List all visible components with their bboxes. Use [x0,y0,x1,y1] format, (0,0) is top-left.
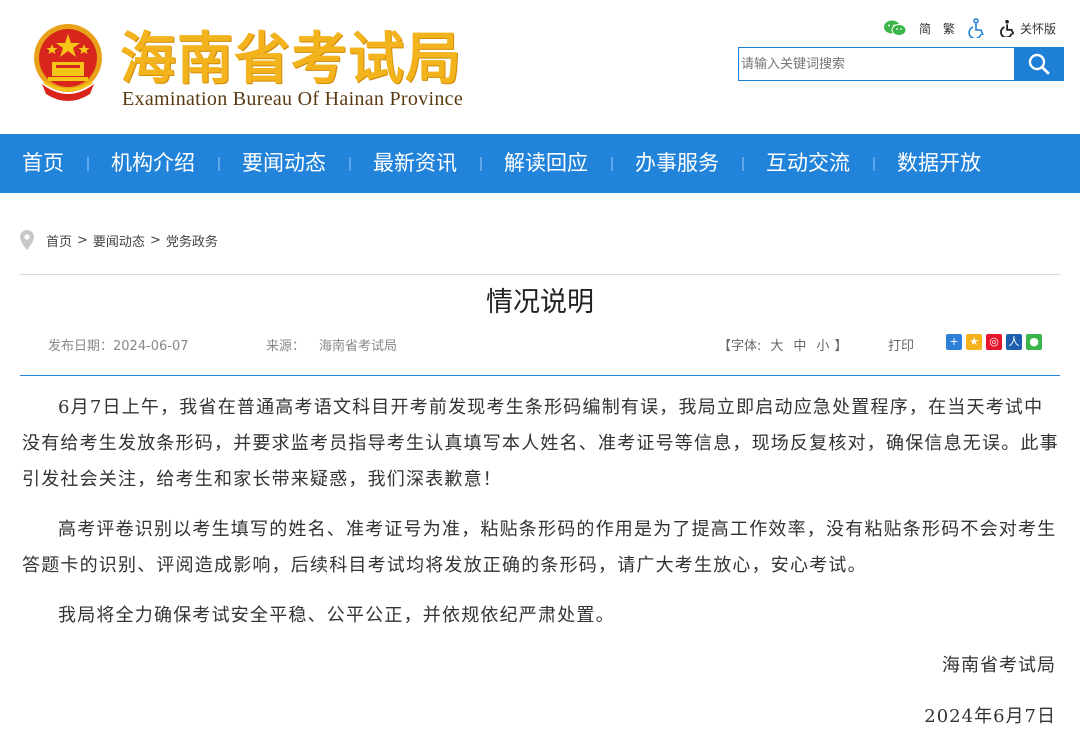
traditional-chinese-button[interactable]: 繁 [943,20,955,37]
wheelchair-icon [1000,19,1015,37]
font-size-open: 【字体: [718,339,762,354]
wechat-button[interactable] [883,19,907,37]
share-buttons: + ★ ◎ 人 ● [946,334,1042,350]
article-paragraph: 高考评卷识别以考生填写的姓名、准考证号为准，粘贴条形码的作用是为了提高工作效率，… [22,519,1057,576]
site-title[interactable]: 海南省考试局 [120,14,462,95]
font-medium-button[interactable]: 中 [793,335,806,354]
article-source: 来源： 海南省考试局 [266,335,397,354]
location-pin-icon [20,230,34,250]
breadcrumb: 首页 > 要闻动态 > 党务政务 [20,230,218,250]
font-small-button[interactable]: 小 [816,335,829,354]
signature-date: 2024年6月7日 [924,706,1056,727]
search-input[interactable] [738,47,1014,81]
font-large-button[interactable]: 大 [770,335,783,354]
header-tools: 简 繁 关怀版 [883,18,1056,38]
care-mode-button[interactable]: 关怀版 [999,19,1056,37]
site-header: 海南省考试局 Examination Bureau Of Hainan Prov… [0,0,1080,134]
source-value: 海南省考试局 [319,339,398,354]
share-qzone-icon[interactable]: ★ [966,334,982,350]
font-size-close: 】 [834,339,848,354]
article-paragraph: 我局将全力确保考试安全平稳、公平公正，并依规依纪严肃处置。 [58,605,615,626]
signature-org: 海南省考试局 [942,655,1056,676]
search-icon [1028,53,1050,75]
font-size-controls: 【字体: 大 中 小 】 [718,335,847,354]
breadcrumb-divider [20,274,1060,275]
article-body: 6月7日上午，我省在普通高考语文科目开考前发现考生条形码编制有误，我局立即启动应… [22,390,1062,648]
nav-item-services[interactable]: 办事服务 [635,134,766,193]
article-rule [20,375,1060,376]
search-button[interactable] [1014,47,1064,81]
article-title: 情况说明 [486,287,594,318]
simplified-chinese-button[interactable]: 简 [919,20,931,37]
accessibility-button[interactable] [967,18,987,38]
breadcrumb-separator: > [149,232,161,248]
care-mode-label: 关怀版 [1019,21,1056,36]
main-nav: 首页 机构介绍 要闻动态 最新资讯 解读回应 办事服务 互动交流 数据开放 [0,134,1080,193]
nav-item-latest[interactable]: 最新资讯 [373,134,504,193]
breadcrumb-home[interactable]: 首页 [46,231,72,250]
share-wechat-icon[interactable]: ● [1026,334,1042,350]
article-paragraph: 6月7日上午，我省在普通高考语文科目开考前发现考生条形码编制有误，我局立即启动应… [22,397,1059,490]
share-weibo-icon[interactable]: ◎ [986,334,1002,350]
breadcrumb-party-affairs[interactable]: 党务政务 [166,231,218,250]
site-subtitle: Examination Bureau Of Hainan Province [122,88,464,110]
publish-date: 发布日期：2024-06-07 [48,339,189,354]
share-plus-icon[interactable]: + [946,334,962,350]
nav-item-news[interactable]: 要闻动态 [242,134,373,193]
nav-item-interaction[interactable]: 互动交流 [766,134,897,193]
nav-item-about[interactable]: 机构介绍 [111,134,242,193]
nav-item-home[interactable]: 首页 [22,134,111,193]
source-label: 来源： [266,339,306,354]
nav-item-open-data[interactable]: 数据开放 [897,134,1028,193]
accessibility-icon [968,18,984,38]
wechat-icon [883,20,907,36]
breadcrumb-news[interactable]: 要闻动态 [93,231,145,250]
share-renren-icon[interactable]: 人 [1006,334,1022,350]
nav-item-interpretation[interactable]: 解读回应 [504,134,635,193]
print-button[interactable]: 打印 [888,335,914,354]
search-bar [738,47,1064,81]
breadcrumb-separator: > [77,232,88,248]
national-emblem-icon[interactable] [30,22,106,104]
